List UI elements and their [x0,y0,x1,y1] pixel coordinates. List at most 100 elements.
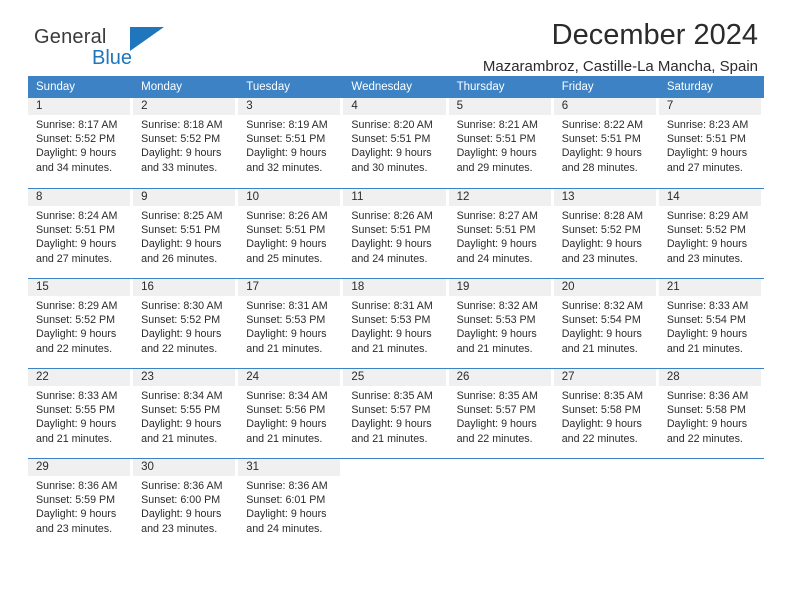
daylight-text-line1: Daylight: 9 hours [246,238,327,251]
sunset-text: Sunset: 5:54 PM [666,314,746,327]
daylight-text-line2: and 21 minutes. [351,432,428,445]
daylight-text-line1: Daylight: 9 hours [36,508,117,521]
day-details [554,476,656,479]
calendar-page: General Blue December 2024 Mazarambroz, … [0,0,792,612]
calendar-day-cell[interactable]: 18 Sunrise: 8:31 AM Sunset: 5:53 PM Dayligh… [343,279,448,368]
sunset-text: Sunset: 5:52 PM [141,314,221,327]
daylight-text-line2: and 23 minutes. [561,252,638,265]
sunset-text: Sunset: 5:53 PM [246,314,326,327]
daylight-text-line2: and 22 minutes. [141,342,218,355]
calendar-day-cell[interactable]: 6 Sunrise: 8:22 AM Sunset: 5:51 PM Daylight… [553,98,659,188]
calendar-day-cell[interactable]: 20 Sunrise: 8:32 AM Sunset: 5:54 PM Dayligh… [553,279,659,368]
day-number: 21 [658,279,761,296]
calendar-day-cell[interactable]: 7 Sunrise: 8:23 AM Sunset: 5:51 PM Daylight… [658,98,764,188]
calendar-day-cell[interactable]: 1 Sunrise: 8:17 AM Sunset: 5:52 PM Daylight… [28,98,133,188]
daylight-text-line2: and 28 minutes. [561,161,638,174]
day-details: Sunrise: 8:22 AM Sunset: 5:51 PM Daylight:… [554,115,656,175]
calendar-day-cell[interactable]: 15 Sunrise: 8:29 AM Sunset: 5:52 PM Dayligh… [28,279,133,368]
day-number: 23 [133,369,236,386]
daylight-text-line1: Daylight: 9 hours [456,328,537,341]
sunset-text: Sunset: 5:53 PM [351,314,431,327]
calendar-day-cell[interactable]: 26 Sunrise: 8:35 AM Sunset: 5:57 PM Dayligh… [448,369,554,458]
day-details: Sunrise: 8:35 AM Sunset: 5:57 PM Daylight:… [449,386,551,446]
calendar-day-cell[interactable]: 11 Sunrise: 8:26 AM Sunset: 5:51 PM Dayligh… [343,189,448,278]
calendar-day-cell[interactable]: 10 Sunrise: 8:26 AM Sunset: 5:51 PM Dayligh… [238,189,343,278]
daylight-text-line2: and 23 minutes. [36,522,113,535]
day-number: 4 [343,98,446,115]
daylight-text-line2: and 33 minutes. [141,161,218,174]
weekday-header-wednesday: Wednesday [351,81,412,93]
day-details: Sunrise: 8:36 AM Sunset: 5:58 PM Daylight:… [659,386,761,446]
sunset-text: Sunset: 5:55 PM [36,404,116,417]
calendar-day-cell[interactable]: 28 Sunrise: 8:36 AM Sunset: 5:58 PM Dayligh… [658,369,764,458]
day-details: Sunrise: 8:35 AM Sunset: 5:57 PM Daylight:… [343,386,445,446]
brand-logo[interactable]: General Blue [34,26,204,74]
day-number: 5 [448,98,551,115]
daylight-text-line2: and 21 minutes. [666,342,743,355]
sunrise-text: Sunrise: 8:36 AM [141,480,223,492]
day-details: Sunrise: 8:25 AM Sunset: 5:51 PM Daylight:… [133,206,235,266]
calendar-day-cell[interactable]: 17 Sunrise: 8:31 AM Sunset: 5:53 PM Dayligh… [238,279,343,368]
sunset-text: Sunset: 5:51 PM [36,224,116,237]
day-details [449,476,551,479]
sunrise-text: Sunrise: 8:32 AM [561,300,644,312]
weekday-header-row: Sunday Monday Tuesday Wednesday Thursday… [28,76,764,98]
day-details: Sunrise: 8:32 AM Sunset: 5:53 PM Daylight:… [449,296,551,356]
calendar-day-cell[interactable]: 23 Sunrise: 8:34 AM Sunset: 5:55 PM Dayligh… [133,369,238,458]
calendar-day-cell[interactable]: 30 Sunrise: 8:36 AM Sunset: 6:00 PM Dayligh… [133,459,238,548]
day-number: 20 [553,279,656,296]
sunrise-text: Sunrise: 8:31 AM [246,300,328,312]
calendar-day-cell[interactable]: 2 Sunrise: 8:18 AM Sunset: 5:52 PM Daylight… [133,98,238,188]
day-number [449,459,551,476]
weekday-header-saturday: Saturday [666,81,713,93]
daylight-text-line1: Daylight: 9 hours [246,147,327,160]
sunset-text: Sunset: 5:52 PM [141,133,221,146]
sunrise-text: Sunrise: 8:24 AM [36,210,118,222]
daylight-text-line2: and 30 minutes. [351,161,428,174]
day-number: 24 [238,369,341,386]
day-number: 26 [448,369,551,386]
daylight-text-line2: and 21 minutes. [36,432,113,445]
calendar-day-cell[interactable]: 12 Sunrise: 8:27 AM Sunset: 5:51 PM Dayligh… [448,189,554,278]
calendar-day-cell[interactable]: 8 Sunrise: 8:24 AM Sunset: 5:51 PM Daylight… [28,189,133,278]
calendar-day-cell[interactable]: 14 Sunrise: 8:29 AM Sunset: 5:52 PM Dayligh… [658,189,764,278]
calendar-week-row: 8 Sunrise: 8:24 AM Sunset: 5:51 PM Daylight… [28,188,764,278]
calendar-day-cell[interactable]: 31 Sunrise: 8:36 AM Sunset: 6:01 PM Dayligh… [238,459,343,548]
day-details [659,476,761,479]
daylight-text-line2: and 27 minutes. [36,252,113,265]
calendar-day-cell[interactable]: 5 Sunrise: 8:21 AM Sunset: 5:51 PM Daylight… [448,98,554,188]
calendar-day-cell[interactable]: 13 Sunrise: 8:28 AM Sunset: 5:52 PM Dayligh… [553,189,659,278]
day-details: Sunrise: 8:36 AM Sunset: 6:01 PM Daylight:… [238,476,340,536]
sunset-text: Sunset: 5:58 PM [666,404,746,417]
daylight-text-line1: Daylight: 9 hours [141,418,222,431]
day-details: Sunrise: 8:31 AM Sunset: 5:53 PM Daylight:… [238,296,340,356]
calendar-day-cell[interactable]: 9 Sunrise: 8:25 AM Sunset: 5:51 PM Daylight… [133,189,238,278]
day-number: 6 [553,98,656,115]
calendar-day-cell[interactable]: 22 Sunrise: 8:33 AM Sunset: 5:55 PM Dayligh… [28,369,133,458]
sunrise-text: Sunrise: 8:23 AM [666,119,749,131]
calendar-day-cell[interactable]: 25 Sunrise: 8:35 AM Sunset: 5:57 PM Dayligh… [343,369,448,458]
sunset-text: Sunset: 5:58 PM [561,404,641,417]
day-details: Sunrise: 8:23 AM Sunset: 5:51 PM Daylight:… [659,115,761,175]
calendar-day-cell[interactable]: 19 Sunrise: 8:32 AM Sunset: 5:53 PM Dayligh… [448,279,554,368]
calendar-day-cell[interactable]: 21 Sunrise: 8:33 AM Sunset: 5:54 PM Dayligh… [658,279,764,368]
calendar-day-cell[interactable]: 29 Sunrise: 8:36 AM Sunset: 5:59 PM Dayligh… [28,459,133,548]
sunset-text: Sunset: 5:56 PM [246,404,326,417]
calendar-day-cell[interactable]: 3 Sunrise: 8:19 AM Sunset: 5:51 PM Daylight… [238,98,343,188]
day-number: 18 [343,279,446,296]
sunrise-text: Sunrise: 8:21 AM [456,119,538,131]
calendar-weeks: 1 Sunrise: 8:17 AM Sunset: 5:52 PM Daylight… [28,98,764,548]
daylight-text-line1: Daylight: 9 hours [561,238,642,251]
daylight-text-line1: Daylight: 9 hours [36,238,117,251]
day-number: 3 [238,98,341,115]
day-details: Sunrise: 8:27 AM Sunset: 5:51 PM Daylight:… [449,206,551,266]
sunset-text: Sunset: 5:59 PM [36,494,116,507]
calendar-day-cell[interactable]: 16 Sunrise: 8:30 AM Sunset: 5:52 PM Dayligh… [133,279,238,368]
calendar-day-cell[interactable]: 24 Sunrise: 8:34 AM Sunset: 5:56 PM Dayligh… [238,369,343,458]
calendar-day-cell[interactable]: 4 Sunrise: 8:20 AM Sunset: 5:51 PM Daylight… [343,98,448,188]
calendar-day-cell[interactable]: 27 Sunrise: 8:35 AM Sunset: 5:58 PM Dayligh… [553,369,659,458]
title-block: December 2024 Mazarambroz, Castille-La M… [483,18,758,78]
daylight-text-line1: Daylight: 9 hours [246,508,327,521]
day-number: 29 [28,459,131,476]
day-number: 12 [448,189,551,206]
